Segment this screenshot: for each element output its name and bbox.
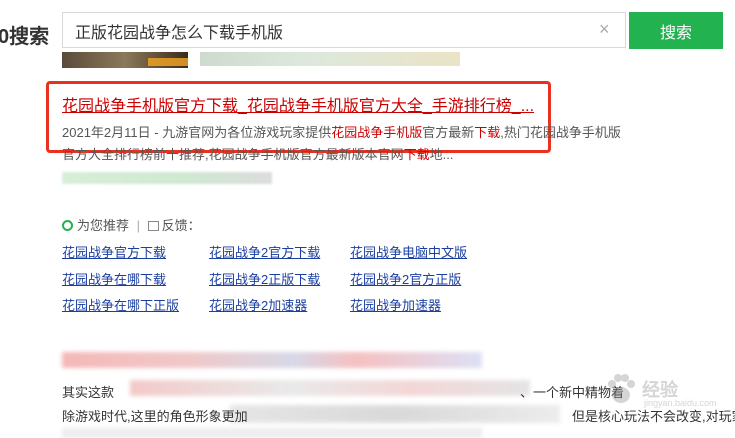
- recommend-link[interactable]: 花园战争官方下载: [62, 242, 166, 261]
- result-title-link[interactable]: 花园战争手机版官方下载_花园战争手机版官方大全_手游排行榜_...: [62, 92, 534, 116]
- result-url-blurred: [62, 172, 272, 184]
- result-snippet: 2021年2月11日 - 九游官网为各位游戏玩家提供花园战争手机版官方最新下载,…: [62, 125, 621, 162]
- blurred-text: [230, 405, 560, 423]
- recommend-link[interactable]: 花园战争电脑中文版: [350, 242, 467, 261]
- recommend-link[interactable]: 花园战争在哪下正版: [62, 295, 179, 314]
- blurred-text: [200, 52, 460, 66]
- watermark: 经验 jingyan.baidu.com: [604, 372, 724, 412]
- search-box[interactable]: ×: [62, 12, 626, 49]
- blurred-text: [130, 380, 530, 396]
- recommend-icon: [62, 220, 73, 231]
- logo[interactable]: 0搜索: [0, 20, 49, 49]
- divider: |: [136, 218, 141, 233]
- recommend-label: 为您推荐: [77, 218, 130, 233]
- search-button[interactable]: 搜索: [629, 12, 723, 49]
- blurred-text: [62, 428, 482, 438]
- next-result-snippet: 除游戏时代,这里的角色形象更加: [62, 409, 248, 424]
- recommend-link[interactable]: 花园战争加速器: [350, 295, 441, 314]
- next-result-title-blurred[interactable]: [62, 352, 482, 368]
- recommend-link[interactable]: 花园战争在哪下载: [62, 269, 166, 288]
- recommend-link[interactable]: 花园战争2官方下载: [209, 242, 320, 261]
- result-date: 2021年2月11日 -: [62, 125, 159, 140]
- recommend-link[interactable]: 花园战争2正版下载: [209, 269, 320, 288]
- previous-result-partial: [62, 52, 462, 70]
- next-result-snippet: 其实这款: [62, 385, 115, 400]
- search-input[interactable]: [73, 13, 597, 49]
- close-icon[interactable]: ×: [599, 20, 615, 38]
- recommend-header: 为您推荐 | 反馈：: [62, 215, 201, 234]
- feedback-label[interactable]: 反馈：: [162, 218, 201, 233]
- feedback-icon[interactable]: [147, 221, 159, 231]
- rating-stars: [148, 58, 188, 66]
- recommend-link[interactable]: 花园战争2官方正版: [350, 269, 461, 288]
- paw-icon: [608, 374, 635, 403]
- recommend-link[interactable]: 花园战争2加速器: [209, 295, 307, 314]
- watermark-url: jingyan.baidu.com: [644, 398, 717, 408]
